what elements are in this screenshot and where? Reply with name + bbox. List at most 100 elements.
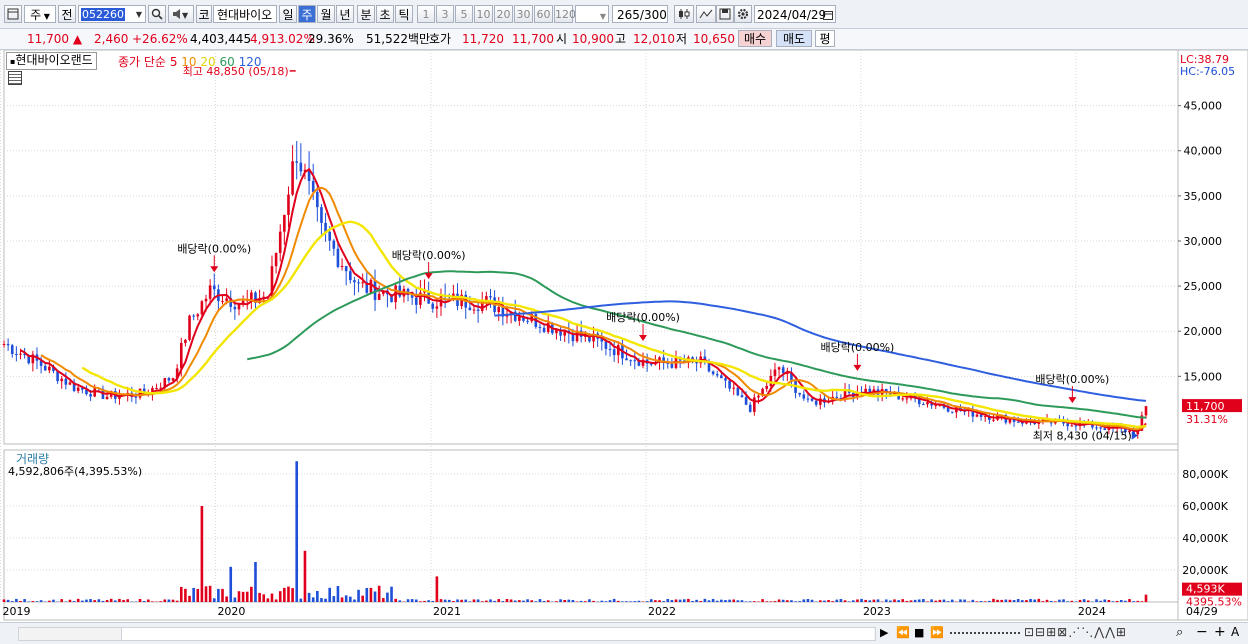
interval-10[interactable]: 10 (474, 5, 493, 23)
volume-bar (811, 600, 814, 602)
interval-120[interactable]: 120 (554, 5, 573, 23)
volume-bar (530, 600, 533, 602)
volume-tick-label: 40,000K (1182, 532, 1228, 545)
layout-icon[interactable] (4, 5, 22, 23)
speed-slider[interactable] (950, 632, 1020, 634)
dividend-label: 배당락(0.00%) (177, 242, 251, 255)
candle-type-icon[interactable] (674, 5, 694, 23)
volume-bar (943, 600, 946, 602)
x-tick-label: 2020 (217, 605, 245, 618)
volume-bar (242, 592, 245, 602)
volume-bar (988, 601, 991, 602)
candle-body (901, 398, 904, 399)
avg-button[interactable]: 평 (815, 30, 835, 47)
line-chart-icon[interactable] (696, 5, 716, 23)
period-second[interactable]: 초 (376, 5, 394, 23)
volume-bar (885, 599, 888, 602)
candle-body (720, 375, 723, 378)
candle-body (835, 397, 838, 398)
volume-bar (415, 600, 418, 602)
scrollbar-track[interactable] (18, 627, 876, 641)
volume-bar (386, 593, 389, 602)
date-field[interactable]: 2024/04/29 (754, 5, 836, 23)
period-year[interactable]: 년 (336, 5, 354, 23)
toolbar: 주 ▼ 전 052260 ▼ ▼ 코 현대바이오 일 주 월 년 분 초 틱 1… (0, 0, 1248, 29)
turnover-rate: 29.36% (308, 29, 354, 49)
zoom-out-icon[interactable]: − (1196, 624, 1208, 640)
volume-bar (469, 601, 472, 602)
volume-bar (1116, 601, 1119, 602)
stop-icon[interactable]: ■ (914, 626, 924, 639)
volume-bar (271, 594, 274, 602)
interval-5[interactable]: 5 (455, 5, 473, 23)
candle-body (48, 367, 51, 371)
volume-bar (662, 601, 665, 602)
interval-1[interactable]: 1 (417, 5, 435, 23)
candle-body (168, 378, 171, 381)
scroll-next-icon[interactable]: ▶ (880, 626, 888, 639)
volume-bar (110, 599, 113, 602)
stock-tag[interactable]: ▪현대바이오랜드 (6, 52, 97, 70)
period-minute[interactable]: 분 (357, 5, 375, 23)
candle-body (497, 307, 500, 312)
period-month[interactable]: 월 (317, 5, 335, 23)
candle-body (225, 298, 228, 301)
volume-bar (1062, 599, 1065, 602)
rewind-icon[interactable]: ⏪ (896, 626, 910, 639)
current-rate-tag: 31.31% (1186, 413, 1228, 426)
ko-button[interactable]: 코 (196, 5, 212, 23)
interval-60[interactable]: 60 (534, 5, 553, 23)
volume-bar (312, 597, 315, 602)
volume-bar (835, 600, 838, 602)
candle-body (811, 399, 814, 401)
candle-body (469, 308, 472, 311)
volume-bar (984, 601, 987, 602)
candle-body (477, 310, 480, 311)
grid-icon[interactable] (8, 71, 22, 85)
save-icon[interactable] (716, 5, 734, 23)
volume-bar (1038, 599, 1041, 602)
volume-bar (716, 601, 719, 602)
forward-icon[interactable]: ⏩ (930, 626, 944, 639)
volume-bar (844, 600, 847, 602)
volume-bar (671, 600, 674, 602)
count-field[interactable]: 265/300 (612, 5, 668, 23)
candle-body (926, 402, 929, 404)
sell-button[interactable]: 매도 (776, 30, 812, 47)
candle-body (213, 285, 216, 289)
volume-bar (366, 588, 369, 602)
y-tick-label: 20,000 (1184, 325, 1223, 338)
volume-bar (361, 596, 364, 602)
search-icon[interactable] (148, 5, 166, 23)
volume-bar (353, 599, 356, 602)
prev-button[interactable]: 전 (58, 5, 76, 23)
hc-label: HC:-76.05 (1180, 65, 1235, 78)
code-input[interactable]: 052260 ▼ (78, 5, 146, 23)
interval-30[interactable]: 30 (514, 5, 533, 23)
period-day[interactable]: 일 (279, 5, 297, 23)
drawing-tools-icon[interactable]: ⊡⊟⊞⊠⋰⋱⋀⋀⊞ (1024, 625, 1127, 639)
market-select[interactable]: 주 ▼ (24, 5, 56, 23)
zoom-icon[interactable]: ⌕ (1176, 625, 1183, 640)
high-label: 고 (615, 29, 626, 49)
candle-body (489, 296, 492, 297)
period-week[interactable]: 주 (298, 5, 316, 23)
buy-button[interactable]: 매수 (738, 30, 772, 47)
speaker-icon[interactable]: ▼ (168, 5, 194, 23)
interval-select[interactable]: ▼ (575, 5, 609, 23)
ask2: 11,700 (512, 29, 554, 49)
scrollbar-thumb[interactable] (121, 628, 874, 640)
open-label: 시 (556, 29, 567, 49)
volume-bar (963, 600, 966, 602)
period-tick[interactable]: 틱 (395, 5, 413, 23)
stock-name-field[interactable]: 현대바이오 (213, 5, 277, 23)
candle-body (65, 379, 68, 385)
interval-3[interactable]: 3 (436, 5, 454, 23)
volume-bar (192, 588, 195, 602)
volume-bar (85, 600, 88, 602)
interval-20[interactable]: 20 (494, 5, 513, 23)
gear-icon[interactable] (734, 5, 752, 23)
zoom-in-icon[interactable]: + (1214, 624, 1226, 640)
font-size-icon[interactable]: A (1231, 625, 1239, 639)
candle-body (188, 316, 191, 340)
